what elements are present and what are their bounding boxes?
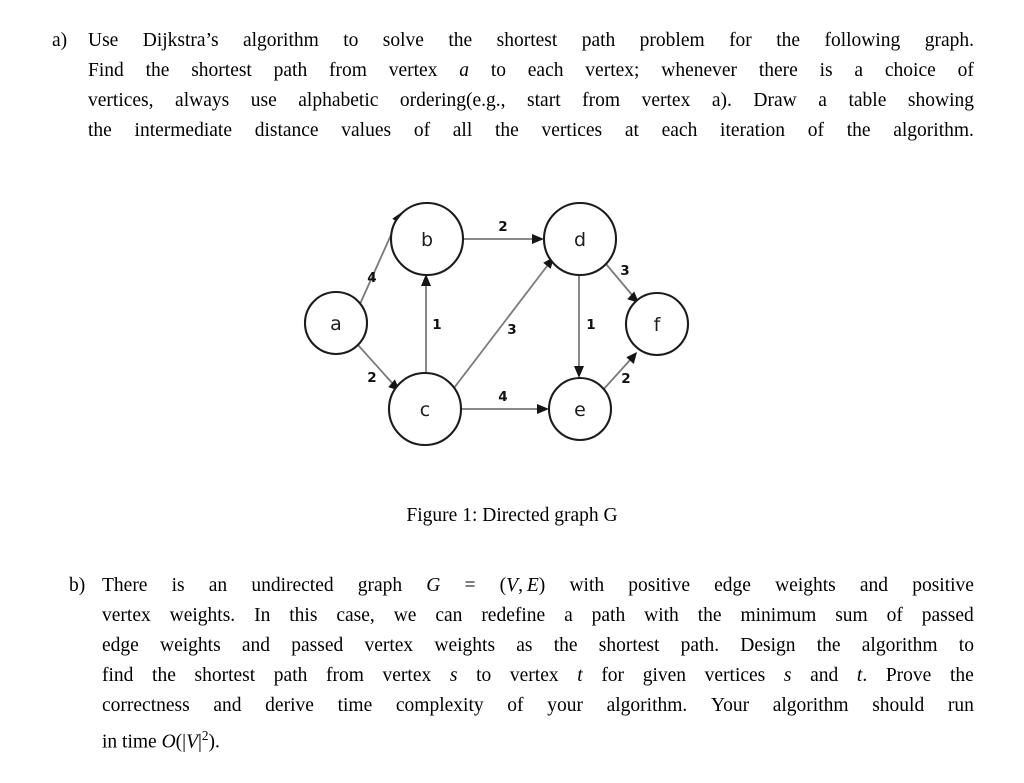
edge-c-b [421,274,431,373]
edge-e-f [601,352,637,392]
problem-b-line-3: edge weights and passed vertex weights as the sh… [102,635,974,656]
problem-b-line-4: find the shortest path from vertex s to vertex t f… [102,665,974,686]
problem-b-line-6: in time O(|V|2). [102,728,220,753]
problem-item-b: b) There is an undirected graph G = (V, E) with p… [69,571,974,758]
graph-node-b: b [389,201,465,277]
problem-b-line-1: There is an undirected graph G = (V, E) with posi… [102,575,974,596]
graph-node-e: e [547,376,613,442]
problem-b-line-2: vertex weights. In this case, we can redefine a p… [102,605,974,626]
problem-a-line-2: Find the shortest path from vertex a to each vert… [88,60,974,81]
graph-node-label-a: a [330,313,342,335]
edge-c-d [453,257,554,389]
edge-label-c-b: 1 [432,317,441,333]
problem-marker-b: b) [69,575,86,596]
figure-directed-graph: 4 2 1 2 3 4 1 3 2 a b c d e f [0,185,1024,475]
problem-marker-a: a) [52,30,68,51]
problem-text-a: Use Dijkstra’s algorithm to solve the shortest… [88,26,974,146]
graph-node-label-e: e [574,399,586,421]
edge-label-d-e: 1 [586,317,595,333]
problem-text-b: There is an undirected graph G = (V, E) with posi… [102,571,974,758]
graph-node-c: c [387,371,463,447]
graph-node-label-b: b [421,229,433,251]
edge-b-d [463,234,544,244]
problem-a-line-4: the intermediate distance values of all the ver… [88,120,974,141]
problem-b-line-5: correctness and derive time complexity of your… [102,695,974,716]
graph-node-label-d: d [574,229,586,251]
problem-a-line-3: vertices, always use alphabetic ordering(e.g… [88,90,974,111]
document-page: a) Use Dijkstra’s algorithm to solve the short… [0,0,1024,783]
graph-node-a: a [303,290,369,356]
edge-label-d-f: 3 [620,263,629,279]
problem-item-a: a) Use Dijkstra’s algorithm to solve the short… [52,26,974,146]
edge-label-c-e: 4 [498,389,507,405]
edge-label-b-d: 2 [498,219,507,235]
graph-node-f: f [624,291,690,357]
graph-node-label-c: c [420,399,430,421]
edge-label-c-d: 3 [507,322,516,338]
edge-d-e [574,275,584,378]
edge-a-c [357,344,400,391]
edge-label-a-b: 4 [367,270,376,286]
graph-node-d: d [542,201,618,277]
graph-canvas: 4 2 1 2 3 4 1 3 2 a b c d e f [303,201,690,447]
edge-label-a-c: 2 [367,370,376,386]
edge-c-e [461,404,549,414]
edge-label-e-f: 2 [621,371,630,387]
problem-a-line-1: Use Dijkstra’s algorithm to solve the shortest… [88,30,974,51]
figure-caption: Figure 1: Directed graph G [406,505,618,526]
